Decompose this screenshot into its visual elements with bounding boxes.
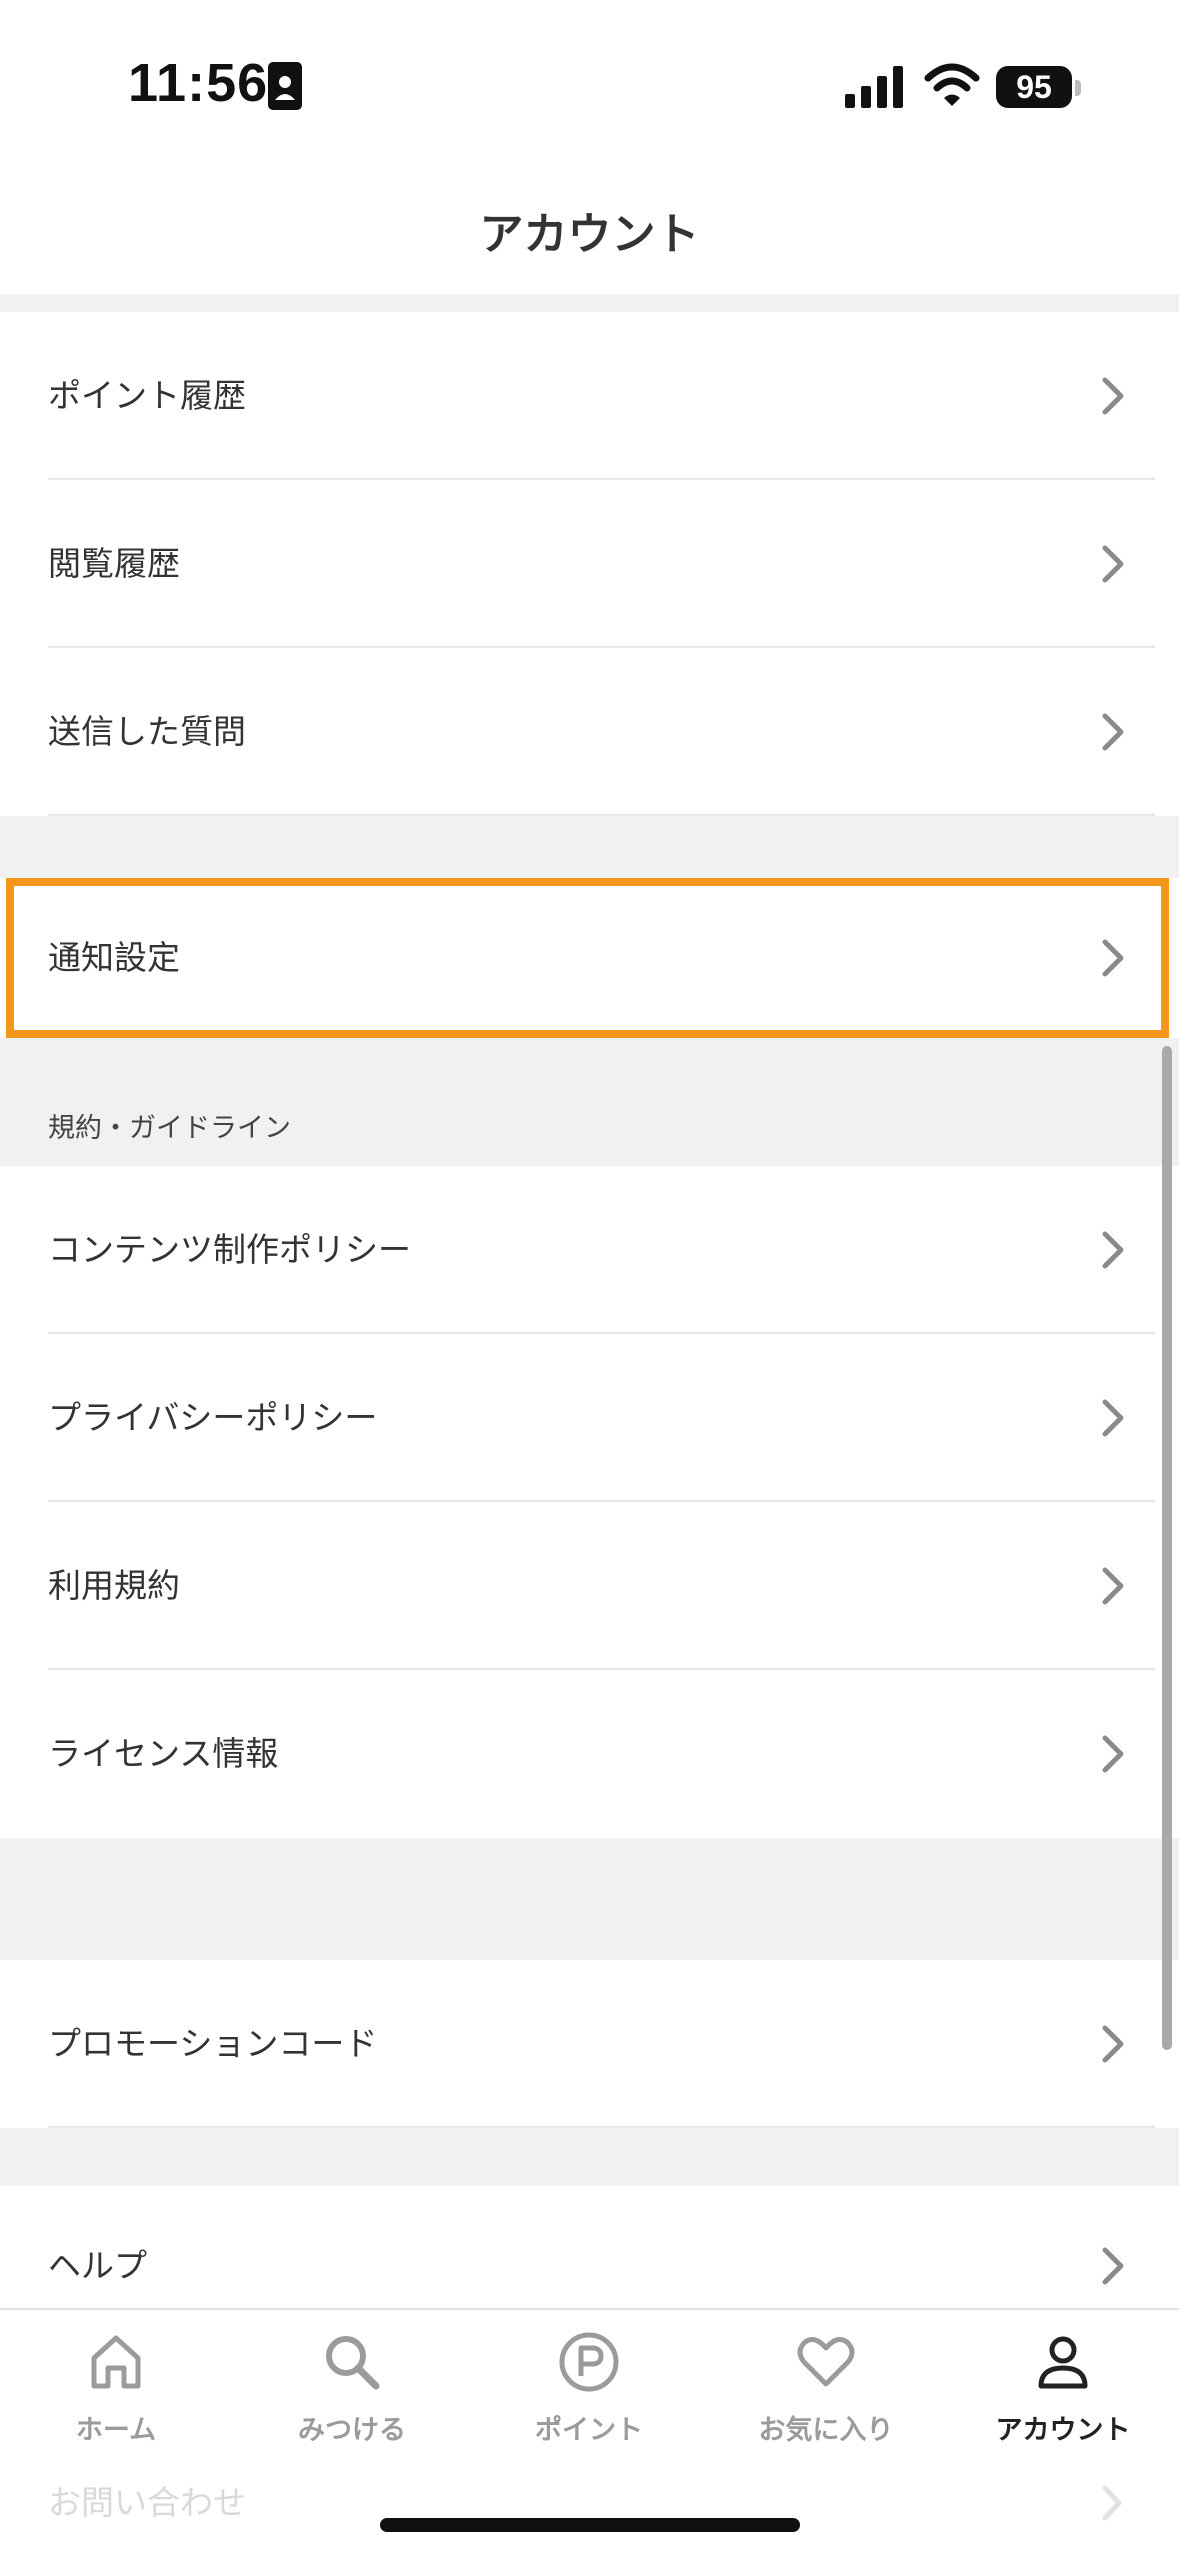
- tab-label: みつける: [298, 2415, 406, 2446]
- cellular-signal-icon: [845, 66, 903, 108]
- menu-row-browsing-history[interactable]: 閲覧履歴: [0, 480, 1179, 648]
- tab-points[interactable]: ポイント: [479, 2330, 699, 2447]
- tab-favorites[interactable]: お気に入り: [716, 2330, 936, 2447]
- search-icon: [326, 2336, 380, 2390]
- tab-label: ホーム: [75, 2415, 157, 2446]
- home-icon: [91, 2335, 141, 2389]
- status-bar: 11:56 95: [0, 0, 1179, 170]
- row-divider: [48, 2126, 1155, 2128]
- chevron-right-icon: [1102, 1399, 1124, 1437]
- wifi-icon: [924, 63, 980, 106]
- menu-row-notification-settings[interactable]: 通知設定: [0, 878, 1179, 1038]
- scroll-indicator[interactable]: [1162, 1046, 1172, 2050]
- person-icon: [1038, 2336, 1088, 2389]
- menu-row-label: コンテンツ制作ポリシー: [48, 1230, 411, 1269]
- notification-group: 通知設定: [0, 878, 1179, 1038]
- chevron-right-icon: [1102, 939, 1124, 977]
- chevron-right-icon: [1102, 2485, 1122, 2521]
- page-title: アカウント: [479, 209, 700, 260]
- tab-label: お気に入り: [758, 2415, 894, 2446]
- chevron-right-icon: [1102, 2025, 1124, 2063]
- menu-row-contact-faded[interactable]: お問い合わせ: [48, 2476, 246, 2524]
- chevron-right-icon: [1102, 713, 1124, 751]
- battery-nub: [1075, 80, 1081, 96]
- menu-row-label: 閲覧履歴: [48, 544, 180, 583]
- points-icon: [559, 2332, 619, 2392]
- chevron-right-icon: [1102, 545, 1124, 583]
- history-group: ポイント履歴 閲覧履歴 送信した質問: [0, 312, 1179, 816]
- chevron-right-icon: [1102, 377, 1124, 415]
- tab-label: アカウント: [995, 2415, 1131, 2446]
- row-divider: [48, 814, 1155, 816]
- battery-indicator: 95: [996, 66, 1072, 108]
- home-indicator[interactable]: [380, 2518, 800, 2532]
- chevron-right-icon: [1102, 1735, 1124, 1773]
- chevron-right-icon: [1102, 2247, 1124, 2285]
- heart-icon: [797, 2336, 855, 2387]
- menu-row-license-info[interactable]: ライセンス情報: [0, 1670, 1179, 1838]
- tab-label: ポイント: [535, 2415, 643, 2446]
- menu-row-label: プロモーションコード: [48, 2024, 378, 2063]
- menu-row-point-history[interactable]: ポイント履歴: [0, 312, 1179, 480]
- navigation-bar: アカウント: [0, 170, 1179, 294]
- tab-account[interactable]: アカウント: [953, 2330, 1173, 2447]
- menu-row-label: 利用規約: [48, 1566, 180, 1605]
- menu-row-label: プライバシーポリシー: [48, 1398, 378, 1437]
- menu-row-label: 通知設定: [48, 938, 180, 977]
- section-header-terms: 規約・ガイドライン: [48, 1113, 291, 1144]
- tab-discover[interactable]: みつける: [242, 2330, 462, 2447]
- menu-row-label: ライセンス情報: [48, 1734, 279, 1773]
- menu-row-label: ポイント履歴: [48, 376, 246, 415]
- menu-row-sent-questions[interactable]: 送信した質問: [0, 648, 1179, 816]
- chevron-right-icon: [1102, 1231, 1124, 1269]
- tab-home[interactable]: ホーム: [6, 2330, 226, 2447]
- status-time: 11:56: [128, 53, 269, 113]
- promo-group: プロモーションコード: [0, 1960, 1179, 2128]
- menu-row-promotion-code[interactable]: プロモーションコード: [0, 1960, 1179, 2128]
- menu-row-label: 送信した質問: [48, 712, 246, 751]
- menu-row-privacy-policy[interactable]: プライバシーポリシー: [0, 1334, 1179, 1502]
- id-card-icon: [268, 62, 302, 110]
- chevron-right-icon: [1102, 1567, 1124, 1605]
- terms-group: コンテンツ制作ポリシー プライバシーポリシー 利用規約 ライセンス情報: [0, 1166, 1179, 1838]
- menu-row-content-policy[interactable]: コンテンツ制作ポリシー: [0, 1166, 1179, 1334]
- menu-row-terms-of-use[interactable]: 利用規約: [0, 1502, 1179, 1670]
